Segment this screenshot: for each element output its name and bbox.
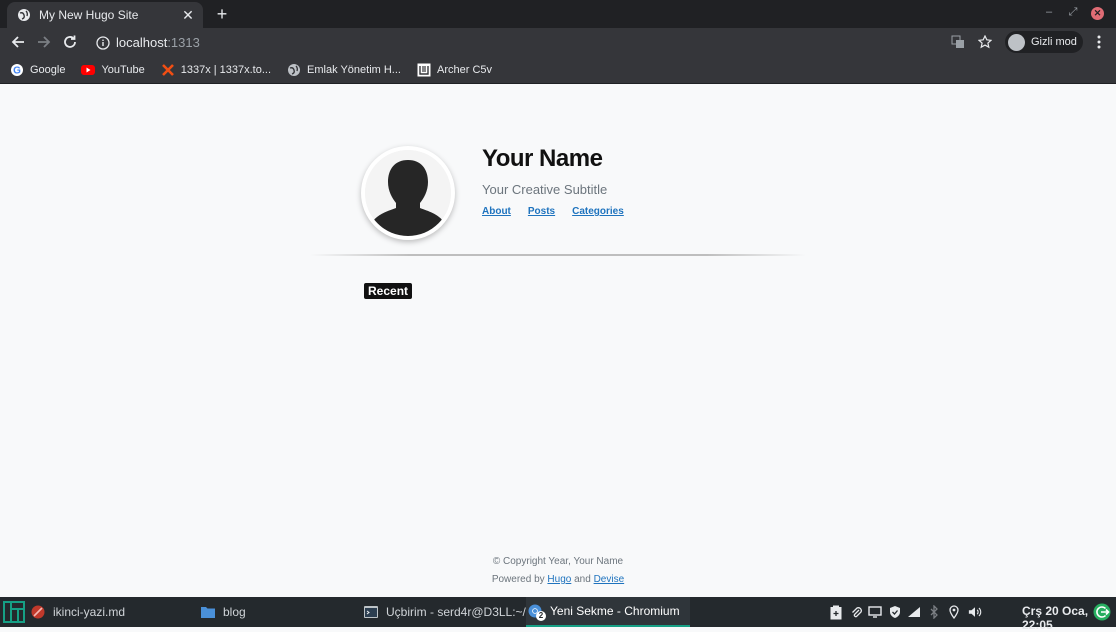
volume-icon[interactable] <box>968 604 982 620</box>
taskbar-files[interactable]: blog <box>201 597 246 627</box>
taskbar-terminal[interactable]: Uçbirim - serd4r@D3LL:~/... <box>364 597 536 627</box>
taskbar-label: Yeni Sekme - Chromium <box>550 604 680 618</box>
taskbar-editor[interactable]: ikinci-yazi.md <box>31 597 125 627</box>
update-check-icon[interactable] <box>888 604 902 620</box>
x-icon <box>161 63 175 77</box>
close-tab-icon[interactable]: ✕ <box>181 7 195 24</box>
router-icon <box>417 63 431 77</box>
editor-icon <box>31 605 45 619</box>
bookmark-archer[interactable]: Archer C5v <box>417 63 492 77</box>
chromium-icon: 2 <box>528 604 546 621</box>
url-host: localhost <box>116 35 168 50</box>
taskbar-chromium[interactable]: 2 Yeni Sekme - Chromium <box>526 597 690 627</box>
terminal-icon <box>364 605 378 619</box>
profile-label: Gizli mod <box>1031 36 1077 48</box>
clipboard-icon[interactable] <box>829 604 843 620</box>
taskbar-label: Uçbirim - serd4r@D3LL:~/... <box>386 605 536 619</box>
footer-and-text: and <box>574 574 591 585</box>
system-taskbar: ikinci-yazi.md blog Uçbirim - serd4r@D3L… <box>0 597 1116 632</box>
bookmark-youtube[interactable]: YouTube <box>81 63 145 77</box>
paperclip-icon[interactable] <box>849 604 863 620</box>
footer-powered: Powered by Hugo and Devise <box>0 571 1116 589</box>
globe-icon <box>17 8 31 22</box>
footer-powered-text: Powered by <box>491 574 545 585</box>
folder-icon <box>201 605 215 619</box>
nav-categories-link[interactable]: Categories <box>572 206 624 217</box>
arrow-right-icon <box>38 36 51 48</box>
web-page: Your Name Your Creative Subtitle About P… <box>0 85 1116 597</box>
bookmark-label: YouTube <box>101 64 145 76</box>
window-close-button[interactable]: ✕ <box>1091 7 1104 20</box>
bookmark-label: Emlak Yönetim H... <box>307 64 401 76</box>
incognito-icon <box>1008 33 1025 51</box>
translate-icon[interactable] <box>950 34 966 50</box>
new-tab-button[interactable]: + <box>212 4 232 24</box>
window-count-badge: 2 <box>536 611 546 621</box>
bookmarks-bar: G Google YouTube 1337x | 1337x.to... Eml… <box>0 57 1116 84</box>
nav-posts-link[interactable]: Posts <box>528 206 555 217</box>
browser-tab[interactable]: My New Hugo Site ✕ <box>7 2 203 28</box>
bluetooth-off-icon[interactable] <box>927 604 941 620</box>
taskbar-label: ikinci-yazi.md <box>53 605 126 619</box>
forward-button[interactable] <box>34 32 54 52</box>
start-menu-button[interactable] <box>3 597 25 627</box>
youtube-icon <box>81 63 96 77</box>
menu-icon[interactable] <box>1091 34 1107 50</box>
site-subtitle: Your Creative Subtitle <box>482 182 608 197</box>
user-silhouette-icon <box>365 150 451 236</box>
bookmark-star-icon[interactable] <box>977 34 993 50</box>
arrow-left-icon <box>11 36 24 48</box>
site-footer: © Copyright Year, Your Name Powered by H… <box>0 553 1116 589</box>
info-icon <box>96 35 110 50</box>
site-title: Your Name <box>482 145 603 172</box>
bookmark-label: Archer C5v <box>436 64 493 76</box>
bookmark-google[interactable]: G Google <box>10 63 65 77</box>
network-icon[interactable] <box>907 604 921 620</box>
browser-tab-bar: My New Hugo Site ✕ + – ⤢ ✕ <box>0 0 1116 28</box>
location-icon[interactable] <box>947 604 961 620</box>
bookmark-label: Google <box>30 64 66 76</box>
footer-copyright: © Copyright Year, Your Name <box>492 556 624 567</box>
display-icon[interactable] <box>868 604 882 620</box>
site-nav: About Posts Categories <box>482 206 641 217</box>
header-divider <box>310 254 806 256</box>
maximize-icon[interactable]: ⤢ <box>1066 6 1080 19</box>
taskbar-label: blog <box>223 605 246 619</box>
bookmark-label: 1337x | 1337x.to... <box>180 64 272 76</box>
nav-about-link[interactable]: About <box>482 206 511 217</box>
minimize-icon[interactable]: – <box>1042 6 1056 18</box>
hugo-link[interactable]: Hugo <box>547 574 571 585</box>
incognito-profile-button[interactable]: Gizli mod <box>1005 31 1083 53</box>
recent-heading: Recent <box>364 283 413 299</box>
browser-toolbar: localhost:1313 Gizli mod <box>0 28 1116 57</box>
bookmark-emlak[interactable]: Emlak Yönetim H... <box>287 63 401 77</box>
manjaro-logo-icon <box>3 601 25 623</box>
bookmark-1337x[interactable]: 1337x | 1337x.to... <box>161 63 271 77</box>
google-icon: G <box>10 63 24 77</box>
devise-link[interactable]: Devise <box>594 574 625 585</box>
tab-title: My New Hugo Site <box>39 8 139 22</box>
reload-icon <box>64 35 76 48</box>
reload-button[interactable] <box>60 32 80 52</box>
avatar <box>361 146 455 240</box>
svg-text:G: G <box>13 66 21 77</box>
url-port: :1313 <box>167 35 200 50</box>
back-button[interactable] <box>8 32 28 52</box>
globe-icon <box>287 63 301 77</box>
address-bar[interactable]: localhost:1313 <box>88 30 938 55</box>
logout-icon[interactable] <box>1093 603 1111 621</box>
